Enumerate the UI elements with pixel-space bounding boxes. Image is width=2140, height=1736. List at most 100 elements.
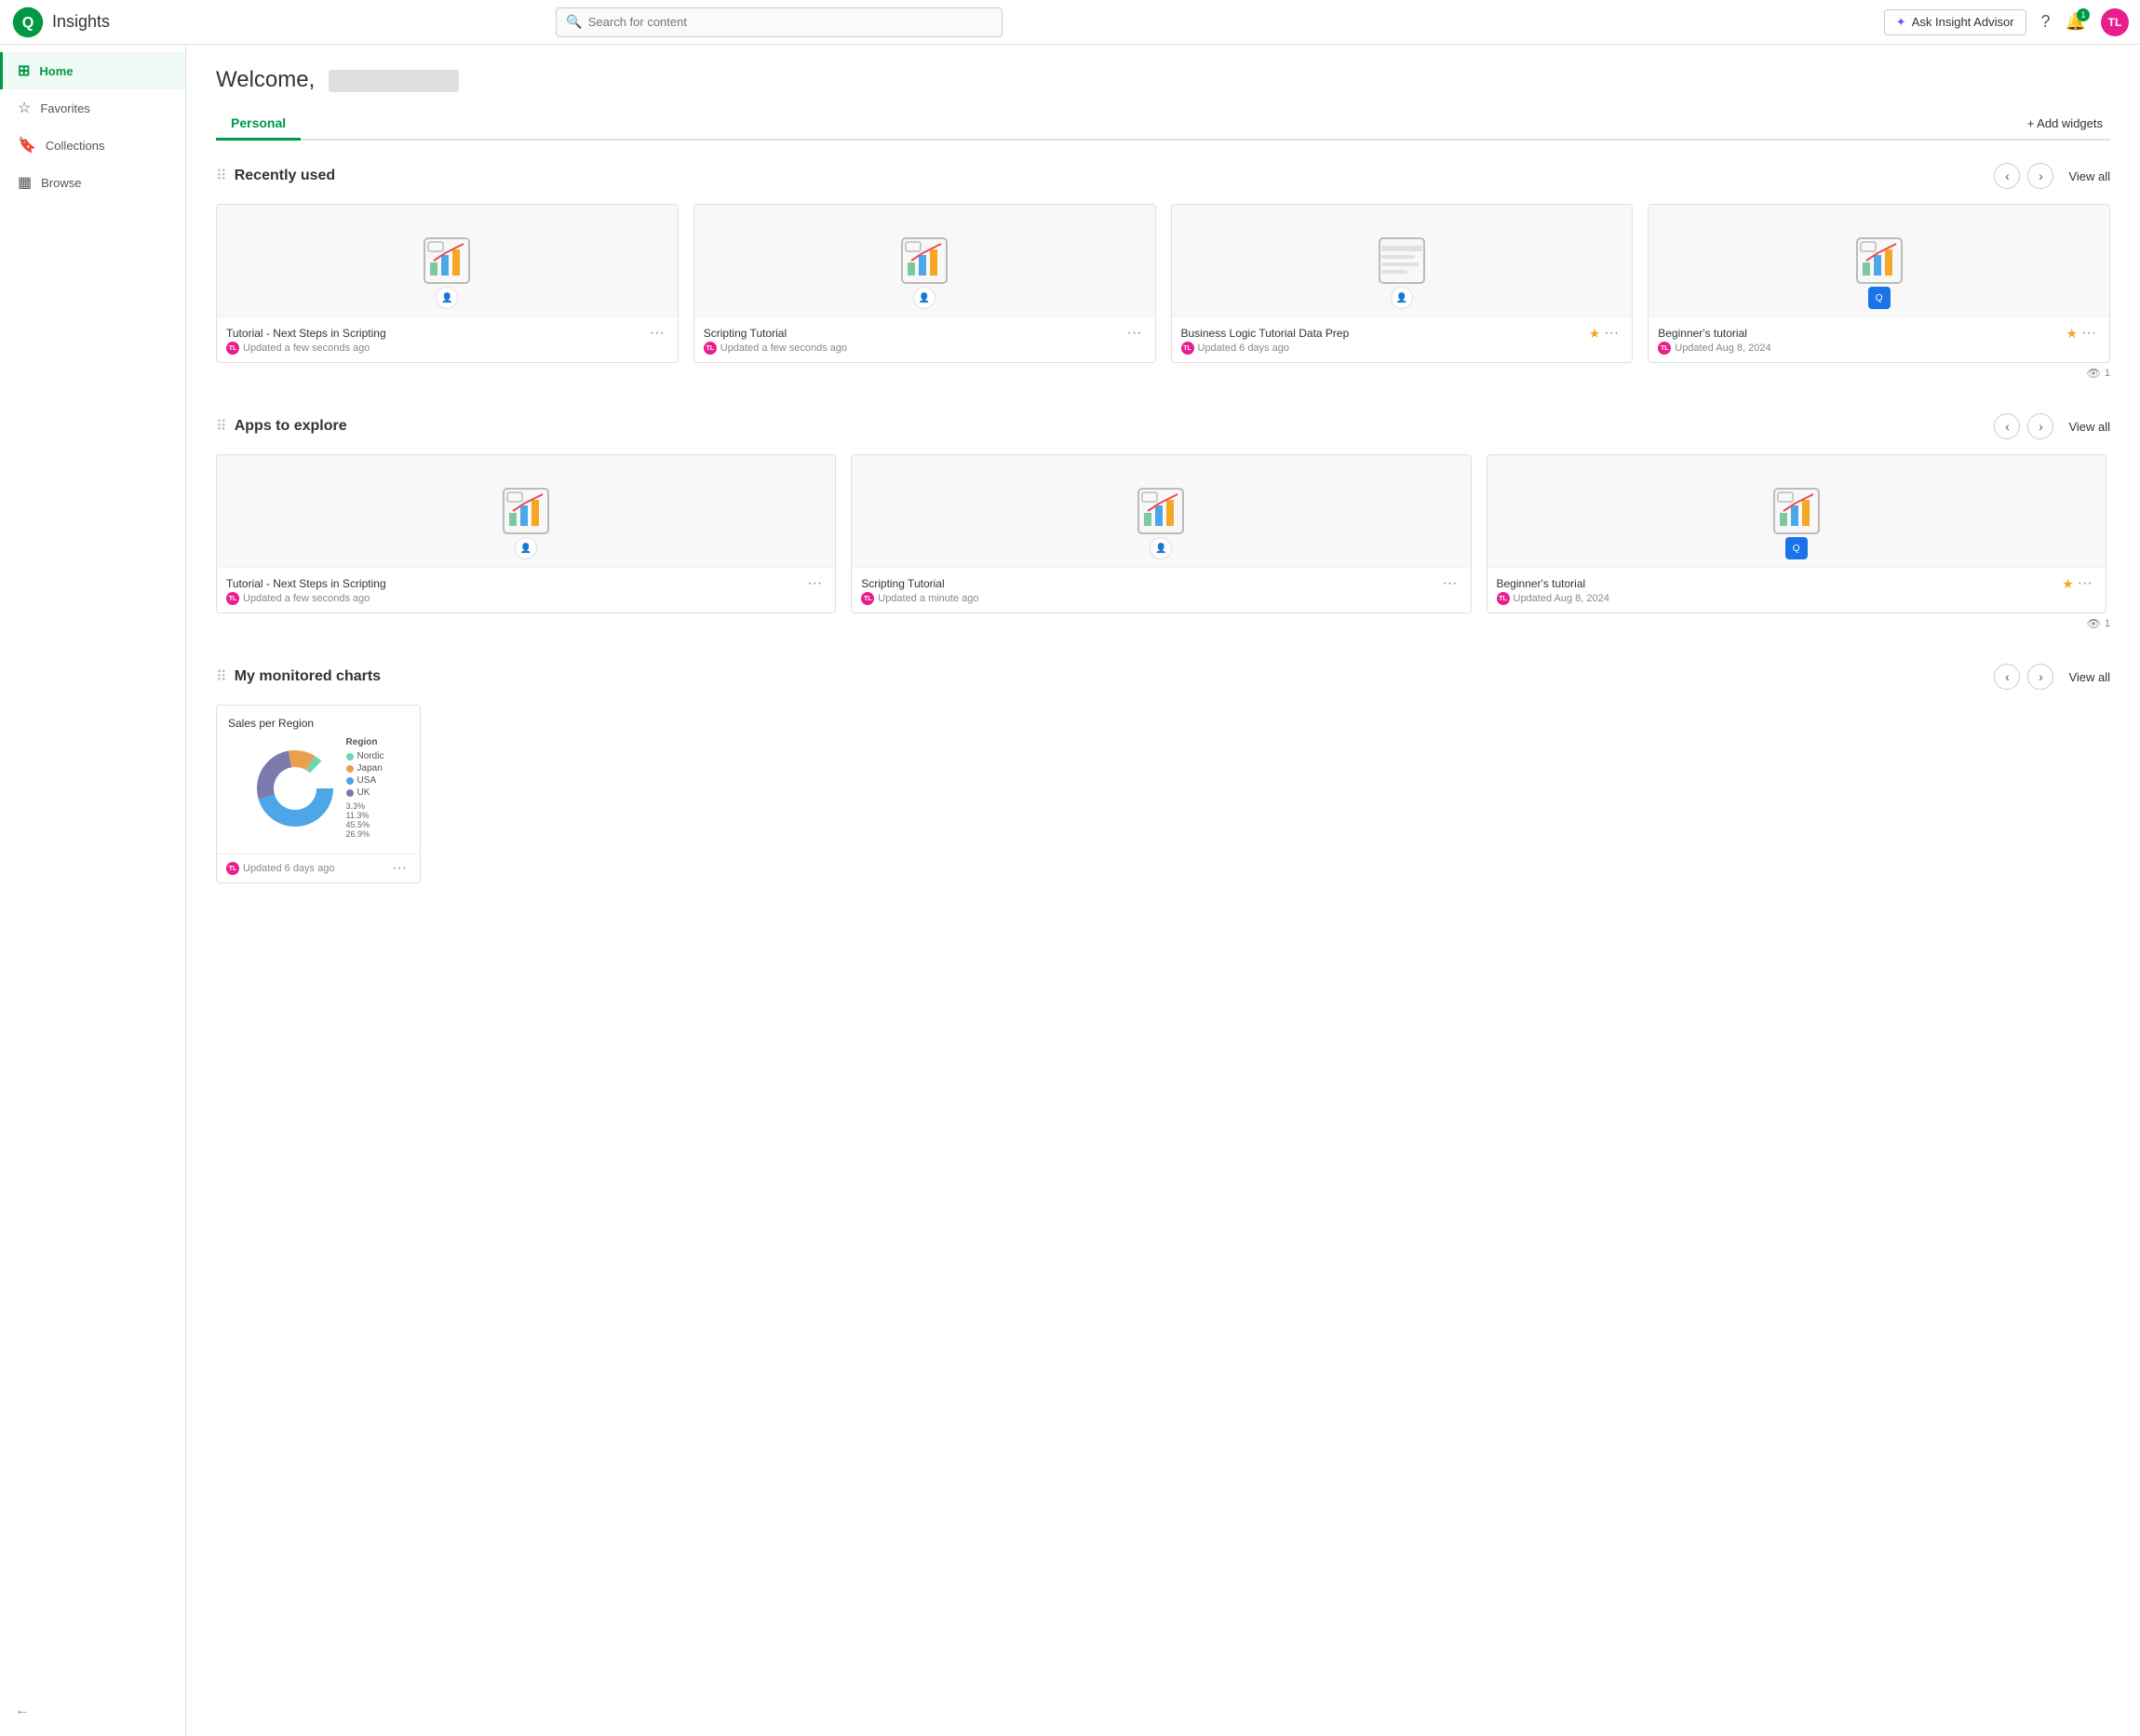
card-1-bottom-row: Tutorial - Next Steps in Scripting ··· <box>226 325 668 342</box>
tab-personal[interactable]: Personal <box>216 108 301 141</box>
add-widgets-button[interactable]: + Add widgets <box>2016 113 2110 134</box>
sidebar-item-browse[interactable]: ▦ Browse <box>0 164 185 201</box>
home-icon: ⊞ <box>18 61 30 80</box>
legend-item-japan: Japan <box>346 763 384 774</box>
sparkle-icon: ✦ <box>1896 15 1906 30</box>
card-1-title: Tutorial - Next Steps in Scripting <box>226 327 646 340</box>
recently-used-views: 👁 1 <box>216 363 2110 384</box>
app-icon-2 <box>1137 487 1185 535</box>
card-1-footer: Tutorial - Next Steps in Scripting ··· T… <box>217 316 678 362</box>
apps-to-explore-cards: 👤 Tutorial - Next Steps in Scripting ···… <box>216 454 2110 613</box>
app-card-1-title: Tutorial - Next Steps in Scripting <box>226 577 803 590</box>
sales-per-region-card[interactable]: Sales per Region <box>216 705 421 883</box>
recently-used-nav: ‹ › View all <box>1994 163 2110 189</box>
app-card-3-footer: Beginner's tutorial ★ ··· TL Updated Aug… <box>1487 567 2106 612</box>
app-card-3[interactable]: Q Beginner's tutorial ★ ··· TL Upd <box>1487 454 2106 613</box>
search-bar[interactable]: 🔍 <box>556 7 1003 37</box>
sidebar-item-favorites[interactable]: ☆ Favorites <box>0 89 185 127</box>
avatar[interactable]: TL <box>2101 8 2129 36</box>
sidebar-item-collections[interactable]: 🔖 Collections <box>0 127 185 164</box>
monitored-prev-button[interactable]: ‹ <box>1994 664 2020 690</box>
recently-used-header: ⠿ Recently used ‹ › View all <box>216 163 2110 189</box>
recently-used-prev-button[interactable]: ‹ <box>1994 163 2020 189</box>
legend-item-uk: UK <box>346 787 384 798</box>
notifications-button[interactable]: 🔔 1 <box>2066 12 2086 32</box>
chart-more-button[interactable]: ··· <box>388 860 411 877</box>
recent-card-4[interactable]: Q Beginner's tutorial ★ ··· TL Upd <box>1648 204 2110 363</box>
app-card-3-more[interactable]: ··· <box>2074 575 2096 592</box>
notification-badge: 1 <box>2077 8 2090 21</box>
chart-avatar: TL <box>226 862 239 875</box>
recent-card-3[interactable]: 👤 Business Logic Tutorial Data Prep ★ ··… <box>1171 204 1634 363</box>
card-3-avatar: TL <box>1181 342 1194 355</box>
app-card-2-title: Scripting Tutorial <box>861 577 1438 590</box>
card-2-owner-badge: 👤 <box>913 287 935 309</box>
app-card-2[interactable]: 👤 Scripting Tutorial ··· TL Updated a mi… <box>851 454 1471 613</box>
recent-card-1[interactable]: 👤 Tutorial - Next Steps in Scripting ···… <box>216 204 679 363</box>
apps-to-explore-nav: ‹ › View all <box>1994 413 2110 439</box>
sidebar: ⊞ Home ☆ Favorites 🔖 Collections ▦ Brows… <box>0 45 186 1736</box>
app-title: Insights <box>52 12 110 32</box>
content-area: Welcome, Personal + Add widgets ⠿ Recent… <box>186 45 2140 1736</box>
app-card-3-star[interactable]: ★ <box>2062 576 2074 592</box>
logo: Q Insights <box>11 6 110 39</box>
app-thumbnail-icon <box>423 236 471 285</box>
user-name-blurred <box>329 70 459 92</box>
legend-item-nordic: Nordic <box>346 751 384 761</box>
chart-legend: Region Nordic Japan <box>346 737 384 839</box>
app-card-1-more[interactable]: ··· <box>803 575 826 592</box>
apps-to-explore-title: Apps to explore <box>235 418 1995 435</box>
sidebar-item-home[interactable]: ⊞ Home <box>0 52 185 89</box>
card-2-more-button[interactable]: ··· <box>1124 325 1146 342</box>
welcome-heading: Welcome, <box>216 67 2110 93</box>
recent-card-2[interactable]: 👤 Scripting Tutorial ··· TL Updated a fe… <box>693 204 1156 363</box>
app-card-3-owner: Q <box>1785 537 1808 559</box>
recently-used-view-all[interactable]: View all <box>2068 169 2110 183</box>
card-3-thumbnail: 👤 <box>1172 205 1633 316</box>
monitored-charts-title: My monitored charts <box>235 668 1995 685</box>
app-thumbnail-icon-3 <box>1378 236 1426 285</box>
app-card-1[interactable]: 👤 Tutorial - Next Steps in Scripting ···… <box>216 454 836 613</box>
ask-advisor-button[interactable]: ✦ Ask Insight Advisor <box>1884 9 2026 35</box>
card-3-star[interactable]: ★ <box>1589 326 1601 342</box>
recently-used-cards: 👤 Tutorial - Next Steps in Scripting ···… <box>216 204 2110 363</box>
monitored-next-button[interactable]: › <box>2027 664 2053 690</box>
apps-prev-button[interactable]: ‹ <box>1994 413 2020 439</box>
apps-next-button[interactable]: › <box>2027 413 2053 439</box>
sidebar-collapse-button[interactable]: ← <box>0 1693 185 1729</box>
main-layout: ⊞ Home ☆ Favorites 🔖 Collections ▦ Brows… <box>0 45 2140 1736</box>
card-3-more-button[interactable]: ··· <box>1600 325 1622 342</box>
chart-updated: Updated 6 days ago <box>243 863 334 874</box>
card-4-thumbnail: Q <box>1649 205 2109 316</box>
drag-handle-icon[interactable]: ⠿ <box>216 167 227 185</box>
app-card-3-thumbnail: Q <box>1487 455 2106 567</box>
apps-view-all[interactable]: View all <box>2068 420 2110 434</box>
recently-used-section: ⠿ Recently used ‹ › View all <box>216 163 2110 384</box>
card-4-star[interactable]: ★ <box>2066 326 2078 342</box>
topnav-right: ✦ Ask Insight Advisor ? 🔔 1 TL <box>1884 8 2129 36</box>
tabs-bar: Personal + Add widgets <box>216 108 2110 141</box>
app-card-2-more[interactable]: ··· <box>1439 575 1461 592</box>
user-icon-a1: 👤 <box>520 544 532 554</box>
recently-used-next-button[interactable]: › <box>2027 163 2053 189</box>
usa-dot <box>346 777 354 785</box>
search-icon: 🔍 <box>566 14 582 30</box>
owner-badge-icon: Q <box>1876 293 1883 303</box>
drag-handle-icon-2[interactable]: ⠿ <box>216 417 227 436</box>
apps-views: 👁 1 <box>216 613 2110 634</box>
card-4-footer: Beginner's tutorial ★ ··· TL Updated Aug… <box>1649 316 2109 362</box>
chart-area: Region Nordic Japan <box>228 737 409 839</box>
star-icon: ☆ <box>18 99 31 117</box>
nordic-dot <box>346 753 354 760</box>
user-icon-a2: 👤 <box>1155 544 1166 554</box>
card-1-more-button[interactable]: ··· <box>646 325 668 342</box>
search-input[interactable] <box>588 15 993 29</box>
app-card-1-avatar: TL <box>226 592 239 605</box>
card-4-avatar: TL <box>1658 342 1671 355</box>
app-card-1-owner: 👤 <box>515 537 537 559</box>
help-button[interactable]: ? <box>2041 12 2051 32</box>
monitored-view-all[interactable]: View all <box>2068 670 2110 684</box>
card-4-more-button[interactable]: ··· <box>2078 325 2100 342</box>
eye-icon: 👁 <box>2087 367 2101 380</box>
drag-handle-icon-3[interactable]: ⠿ <box>216 667 227 686</box>
